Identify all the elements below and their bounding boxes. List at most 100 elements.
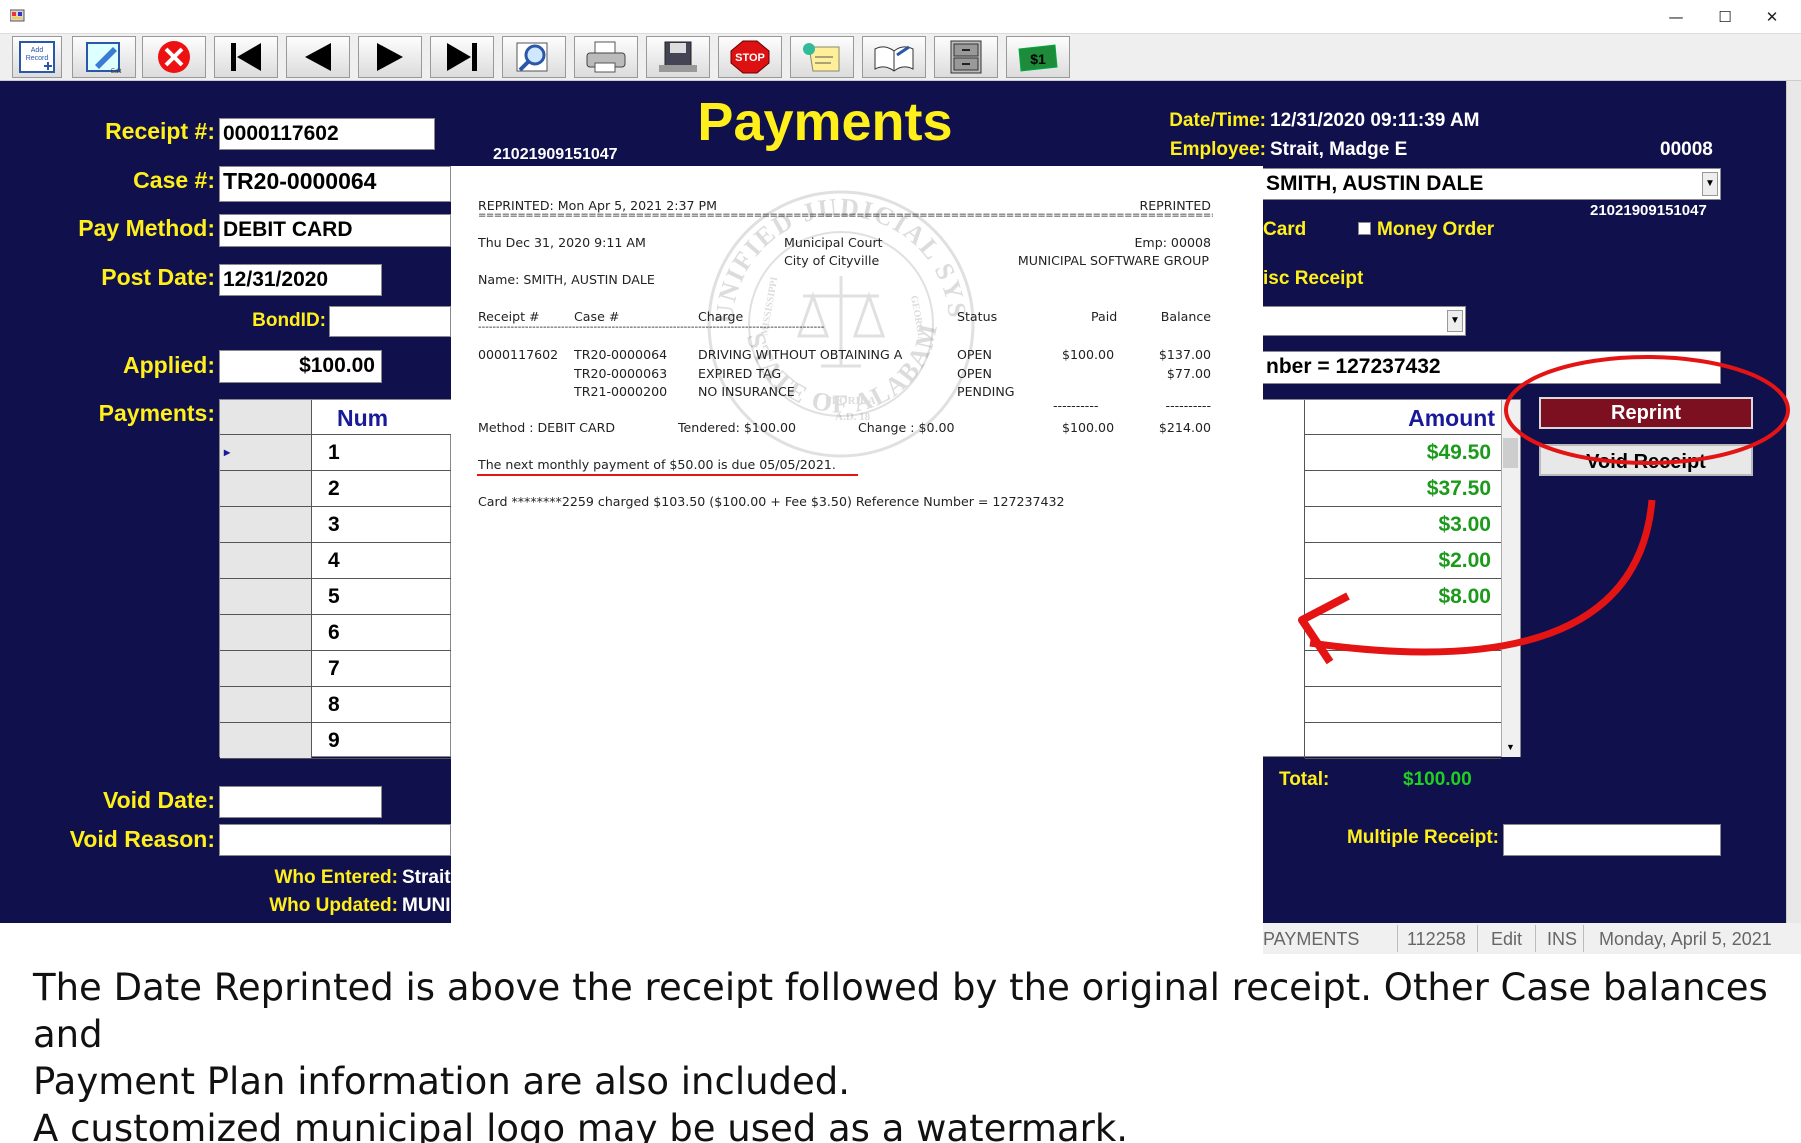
void-receipt-button[interactable]: Void Receipt <box>1539 444 1753 476</box>
bondid-field[interactable] <box>329 306 451 337</box>
amount-cell[interactable]: $3.00 <box>1305 507 1501 543</box>
employee-code: 00008 <box>1660 139 1713 160</box>
first-record-button[interactable] <box>214 36 278 78</box>
reference-field[interactable]: nber = 127237432 <box>1263 351 1721 384</box>
num-cell[interactable]: 5 <box>312 579 452 615</box>
add-record-button[interactable]: Add Record <box>12 36 62 78</box>
table-row[interactable]: 4 <box>220 543 452 579</box>
book-icon <box>874 45 914 72</box>
num-cell[interactable]: 3 <box>312 507 452 543</box>
chevron-down-icon-2[interactable]: ▼ <box>1447 310 1463 332</box>
num-cell[interactable]: 4 <box>312 543 452 579</box>
applied-field[interactable]: $100.00 <box>219 350 382 383</box>
change-line: Change : $0.00 <box>858 420 955 435</box>
notes-button[interactable] <box>790 36 854 78</box>
right-dropdown[interactable]: ▼ <box>1263 306 1466 336</box>
grid-scrollbar-thumb[interactable] <box>1503 438 1518 468</box>
num-cell[interactable]: 9 <box>312 723 452 759</box>
stop-icon: STOP <box>730 40 770 74</box>
table-row[interactable]: 8 <box>220 687 452 723</box>
payments-label: Payments: <box>98 400 215 426</box>
next-record-button[interactable] <box>358 36 422 78</box>
void-date-field[interactable] <box>219 786 382 818</box>
receipt-field[interactable]: 0000117602 <box>219 118 435 150</box>
receipt-line-charge: EXPIRED TAG <box>698 365 782 381</box>
amount-cell[interactable]: $49.50 <box>1305 435 1501 471</box>
table-row[interactable]: 6 <box>220 615 452 651</box>
money-order-label[interactable]: Money Order <box>1377 219 1494 241</box>
chevron-down-icon[interactable]: ▼ <box>1702 172 1718 196</box>
previous-record-button[interactable] <box>286 36 350 78</box>
grid-hidden-column <box>1263 400 1305 758</box>
case-field[interactable]: TR20-0000064 <box>219 166 451 202</box>
status-record: 112258 <box>1407 929 1466 949</box>
minimize-button[interactable]: — <box>1656 4 1696 30</box>
cabinet-button[interactable] <box>934 36 998 78</box>
row-selector[interactable] <box>220 651 312 687</box>
row-selector[interactable] <box>220 471 312 507</box>
amount-cell[interactable]: $2.00 <box>1305 543 1501 579</box>
scroll-down-icon[interactable]: ▼ <box>1503 742 1518 756</box>
table-row[interactable]: 5 <box>220 579 452 615</box>
edit-button[interactable]: Edit <box>72 36 136 78</box>
num-cell[interactable]: 7 <box>312 651 452 687</box>
amount-cell[interactable] <box>1305 723 1501 759</box>
amount-rows: $49.50 $37.50 $3.00 $2.00 $8.00 <box>1305 435 1501 759</box>
datetime-value: 12/31/2020 09:11:39 AM <box>1270 110 1480 131</box>
row-selector[interactable] <box>220 615 312 651</box>
amount-cell[interactable] <box>1305 651 1501 687</box>
row-selector[interactable] <box>220 687 312 723</box>
row-selector[interactable] <box>220 579 312 615</box>
table-row[interactable]: 3 <box>220 507 452 543</box>
status-date: Monday, April 5, 2021 <box>1599 929 1772 949</box>
maximize-button[interactable]: ☐ <box>1705 4 1745 30</box>
card-option-label[interactable]: Card <box>1263 219 1306 241</box>
case-label: Case #: <box>133 167 215 193</box>
employee-label: Employee: <box>1169 139 1266 160</box>
grid-scrollbar[interactable]: ▼ <box>1501 400 1520 757</box>
money-button[interactable]: $1 <box>1006 36 1070 78</box>
amount-cell[interactable] <box>1305 687 1501 723</box>
row-selector[interactable] <box>220 723 312 759</box>
row-selector[interactable]: ▸ <box>220 435 312 471</box>
table-row[interactable]: 2 <box>220 471 452 507</box>
sum-dashes-paid: ---------- <box>1053 398 1099 413</box>
caption-line-1: The Date Reprinted is above the receipt … <box>33 966 1768 1056</box>
payor-dropdown[interactable]: SMITH, AUSTIN DALE ▼ <box>1263 168 1721 200</box>
table-row[interactable]: ▸ 1 <box>220 435 452 471</box>
void-reason-field[interactable] <box>219 824 451 856</box>
delete-button[interactable] <box>142 36 206 78</box>
num-cell[interactable]: 2 <box>312 471 452 507</box>
amount-cell[interactable] <box>1305 615 1501 651</box>
row-selector[interactable] <box>220 543 312 579</box>
money-order-checkbox[interactable] <box>1358 222 1371 235</box>
num-cell[interactable]: 1 <box>312 435 452 471</box>
amount-cell[interactable]: $8.00 <box>1305 579 1501 615</box>
pay-method-field[interactable]: DEBIT CARD <box>219 214 451 247</box>
table-row[interactable]: 7 <box>220 651 452 687</box>
receipt-line-balance: $137.00 <box>1158 347 1211 362</box>
amount-column-header[interactable]: Amount <box>1305 400 1501 435</box>
add-record-text: Add <box>31 47 44 54</box>
receipt-number: 0000117602 <box>478 347 559 362</box>
search-button[interactable] <box>502 36 566 78</box>
method-line: Method : DEBIT CARD <box>478 420 616 435</box>
status-divider <box>1397 925 1398 952</box>
book-button[interactable] <box>862 36 926 78</box>
bondid-label: BondID: <box>252 310 326 331</box>
post-date-field[interactable]: 12/31/2020 <box>219 264 382 296</box>
print-button[interactable] <box>574 36 638 78</box>
amount-cell[interactable]: $37.50 <box>1305 471 1501 507</box>
window-scrollbar[interactable] <box>1786 81 1801 923</box>
table-row[interactable]: 9 <box>220 723 452 759</box>
close-button[interactable]: ✕ <box>1752 4 1792 30</box>
stop-button[interactable]: STOP <box>718 36 782 78</box>
save-button[interactable] <box>646 36 710 78</box>
last-record-button[interactable] <box>430 36 494 78</box>
num-cell[interactable]: 6 <box>312 615 452 651</box>
multiple-receipt-field[interactable] <box>1503 824 1721 856</box>
reprint-button[interactable]: Reprint <box>1539 397 1753 429</box>
num-cell[interactable]: 8 <box>312 687 452 723</box>
row-selector[interactable] <box>220 507 312 543</box>
num-column-header[interactable]: Num <box>312 400 452 435</box>
